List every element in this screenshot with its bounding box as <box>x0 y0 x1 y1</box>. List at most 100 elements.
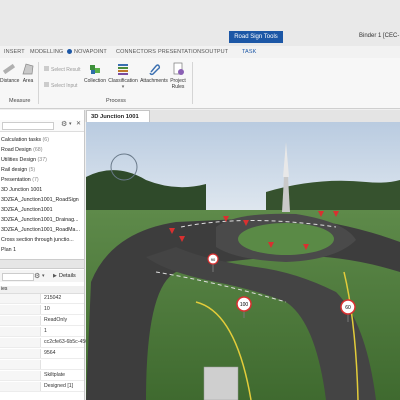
attachments-button[interactable]: Attachments <box>140 62 168 84</box>
binder-title: Binder 1 [CEC- <box>359 33 400 39</box>
property-key-cell <box>0 371 41 380</box>
property-row[interactable]: 215042 <box>0 294 84 304</box>
chevron-down-icon: ▾ <box>121 84 125 90</box>
svg-text:60: 60 <box>345 305 351 311</box>
group-process-label: Process <box>106 98 126 104</box>
3d-scene[interactable]: 90 100 60 <box>86 122 400 400</box>
tree-item-count: (5) <box>27 167 36 173</box>
property-value: Skiltplate <box>44 372 66 378</box>
project-rules-button[interactable]: Project Rules <box>168 62 188 90</box>
properties-search-input[interactable] <box>2 273 34 281</box>
tree-item[interactable]: 3DZEA_Junction1001_RoadMa... <box>1 226 81 234</box>
tree-item-label: 3DZEA_Junction1001_Drainag... <box>1 217 79 223</box>
tree-item[interactable]: 3D Junction 1001 <box>1 186 81 194</box>
property-value: 9564 <box>44 350 56 356</box>
3d-viewport[interactable]: 90 100 60 <box>86 122 400 400</box>
roundabout-island <box>238 223 334 255</box>
paperclip-icon <box>149 64 161 76</box>
property-row[interactable] <box>0 360 84 370</box>
tree-item-label: 3DZEA_Junction1001_RoadMa... <box>1 227 80 233</box>
group-measure-label: Measure <box>9 98 31 104</box>
gear-icon[interactable]: ⚙ <box>34 272 40 280</box>
tree-item[interactable]: 3DZEA_Junction1001 <box>1 206 81 214</box>
tab-presentations[interactable]: PRESENTATIONS <box>158 46 205 58</box>
property-key-cell <box>0 382 41 391</box>
sign-plate <box>203 366 239 400</box>
property-row[interactable]: Skiltplate <box>0 371 84 381</box>
attachments-label: Attachments <box>140 78 168 84</box>
select-input-icon <box>44 82 49 87</box>
tree-item-count: (7) <box>30 177 39 183</box>
property-value: ReadOnly <box>44 317 68 323</box>
tree-item-count: (6) <box>41 137 49 143</box>
tree-item-label: Utilities Design <box>1 157 37 163</box>
select-result-label: Select Result <box>51 67 81 73</box>
chevron-down-icon[interactable]: ▾ <box>69 121 72 127</box>
tree-item-label: Presentation <box>1 177 31 183</box>
tree-item-count: (37) <box>36 157 47 163</box>
tree-item-label: 3DZEA_Junction1001 <box>1 207 53 213</box>
search-input[interactable] <box>2 122 54 130</box>
context-tab-road-sign-tools[interactable]: Road Sign Tools <box>229 31 283 43</box>
tree-item[interactable]: Road Design (68) <box>1 146 81 154</box>
property-row[interactable]: 9564 <box>0 349 84 359</box>
classification-button[interactable]: Classification ▾ <box>107 62 139 90</box>
property-key-cell <box>0 360 41 369</box>
tree-item[interactable]: Calculation tasks (6) <box>1 136 81 144</box>
tab-output[interactable]: OUTPUT <box>205 46 228 58</box>
tree-item-count: (68) <box>31 147 43 153</box>
distance-label: Distance <box>0 78 20 84</box>
property-row[interactable]: ReadOnly <box>0 316 84 326</box>
tree-item-label: Cross section through junctio... <box>1 237 74 243</box>
ribbon-separator <box>38 62 39 104</box>
select-input-label: Select Input <box>51 83 78 89</box>
close-icon[interactable]: ✕ <box>76 120 81 127</box>
distance-button[interactable]: Distance <box>0 62 20 84</box>
tab-novapoint[interactable]: NOVAPOINT <box>74 46 107 58</box>
pane-splitter[interactable] <box>0 259 84 269</box>
property-value: 215042 <box>44 295 62 301</box>
tree-item[interactable]: 3DZEA_Junction1001_RoadSign <box>1 196 81 204</box>
select-result-icon <box>44 66 49 71</box>
project-rules-label-2: Rules <box>171 84 185 90</box>
tree-search-bar[interactable]: ⚙ ▾ ✕ <box>0 120 84 132</box>
classification-icon <box>118 64 128 75</box>
area-button[interactable]: Area <box>20 62 36 84</box>
ruler-icon <box>2 63 16 75</box>
select-input-button[interactable]: Select Input <box>44 82 77 90</box>
tab-connectors[interactable]: CONNECTORS <box>116 46 156 58</box>
property-key-cell <box>0 316 41 325</box>
property-row[interactable]: 10 <box>0 305 84 315</box>
property-key-cell <box>0 305 41 314</box>
property-key-cell <box>0 349 41 358</box>
select-result-button[interactable]: Select Result <box>44 66 80 74</box>
details-button[interactable]: Details <box>59 273 76 279</box>
tree-item[interactable]: Presentation (7) <box>1 176 81 184</box>
tab-insert[interactable]: INSERT <box>4 46 25 58</box>
collection-label: Collection <box>84 78 106 84</box>
svg-text:100: 100 <box>240 302 249 308</box>
property-key-cell <box>0 294 41 303</box>
gear-icon[interactable]: ⚙ <box>61 120 67 128</box>
tree-item-label: Rail design <box>1 167 28 173</box>
property-key-cell <box>0 338 41 347</box>
property-row[interactable]: cc2cfe63-6b5c-450b-8df... <box>0 338 104 348</box>
tree-item-label: 3D Junction 1001 <box>1 187 43 193</box>
details-arrow-icon: ▶ <box>53 273 57 279</box>
property-value: Designed [1] <box>44 383 74 389</box>
tree-item-label: 3DZEA_Junction1001_RoadSign <box>1 197 79 203</box>
tree-item[interactable]: Utilities Design (37) <box>1 156 81 164</box>
collection-icon <box>90 65 100 74</box>
collection-button[interactable]: Collection <box>84 62 106 84</box>
tree-item-label: Plan 1 <box>1 247 17 253</box>
tree-item[interactable]: Cross section through junctio... <box>1 236 81 244</box>
chevron-down-icon[interactable]: ▾ <box>42 273 45 279</box>
tree-item[interactable]: 3DZEA_Junction1001_Drainag... <box>1 216 81 224</box>
property-row[interactable]: Designed [1] <box>0 382 84 392</box>
tab-modelling[interactable]: MODELLING <box>30 46 63 58</box>
tree-item[interactable]: Rail design (5) <box>1 166 81 174</box>
tree-item[interactable]: Plan 1 <box>1 246 81 254</box>
property-row[interactable]: 1 <box>0 327 84 337</box>
title-bar <box>0 0 400 46</box>
novapoint-icon <box>67 49 72 54</box>
